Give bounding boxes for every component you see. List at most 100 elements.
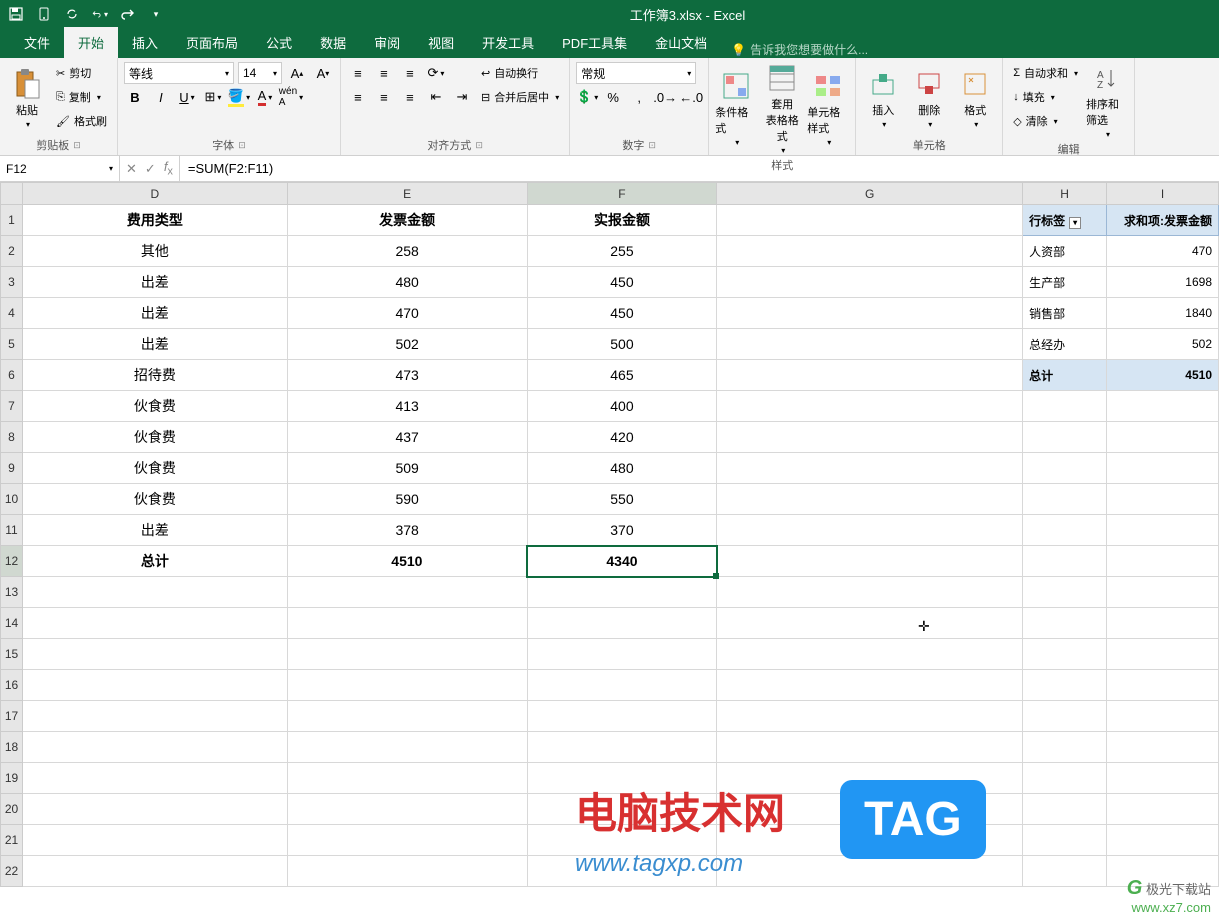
enter-formula-icon[interactable]: ✓ xyxy=(145,161,156,177)
border-icon[interactable]: ⊞▾ xyxy=(202,86,224,108)
col-header-e[interactable]: E xyxy=(287,183,527,205)
cell[interactable] xyxy=(22,670,287,701)
cell[interactable] xyxy=(1107,577,1219,608)
cell[interactable] xyxy=(22,856,287,887)
currency-icon[interactable]: 💲▾ xyxy=(576,86,598,108)
cell[interactable] xyxy=(717,422,1023,453)
cell[interactable] xyxy=(717,856,1023,887)
pivot-row-label-header[interactable]: 行标签▾ xyxy=(1023,205,1107,236)
row-header[interactable]: 20 xyxy=(1,794,23,825)
row-header[interactable]: 14 xyxy=(1,608,23,639)
bold-icon[interactable]: B xyxy=(124,86,146,108)
pivot-value[interactable]: 1698 xyxy=(1107,267,1219,298)
cell[interactable] xyxy=(717,360,1023,391)
cell[interactable] xyxy=(527,639,717,670)
tab-page-layout[interactable]: 页面布局 xyxy=(172,27,252,58)
cell[interactable] xyxy=(717,732,1023,763)
cell[interactable] xyxy=(1023,608,1107,639)
col-header-d[interactable]: D xyxy=(22,183,287,205)
cell[interactable] xyxy=(22,732,287,763)
row-header[interactable]: 1 xyxy=(1,205,23,236)
col-header-h[interactable]: H xyxy=(1023,183,1107,205)
row-header[interactable]: 21 xyxy=(1,825,23,856)
row-header[interactable]: 5 xyxy=(1,329,23,360)
cell[interactable] xyxy=(1107,701,1219,732)
cell[interactable] xyxy=(287,763,527,794)
refresh-icon[interactable] xyxy=(64,6,80,22)
cell[interactable] xyxy=(717,236,1023,267)
copy-button[interactable]: ⎘复制▾ xyxy=(52,86,111,108)
cell[interactable]: 255 xyxy=(527,236,717,267)
row-header[interactable]: 3 xyxy=(1,267,23,298)
tab-pdf-tools[interactable]: PDF工具集 xyxy=(548,27,641,58)
cell[interactable] xyxy=(717,484,1023,515)
insert-cells-button[interactable]: 插入▾ xyxy=(862,62,904,135)
cell[interactable] xyxy=(22,794,287,825)
cell[interactable] xyxy=(287,856,527,887)
cell[interactable]: 总计 xyxy=(22,546,287,577)
cell[interactable]: 出差 xyxy=(22,515,287,546)
cell[interactable] xyxy=(1023,732,1107,763)
cell[interactable]: 437 xyxy=(287,422,527,453)
cell[interactable] xyxy=(717,515,1023,546)
col-header-f[interactable]: F xyxy=(527,183,717,205)
row-header[interactable]: 11 xyxy=(1,515,23,546)
cell[interactable] xyxy=(1023,825,1107,856)
cell[interactable] xyxy=(1023,701,1107,732)
cell[interactable] xyxy=(717,608,1023,639)
table-format-button[interactable]: 套用 表格格式▾ xyxy=(761,62,803,155)
cell[interactable] xyxy=(1023,484,1107,515)
increase-decimal-icon[interactable]: .0→ xyxy=(654,86,676,108)
cell[interactable]: 400 xyxy=(527,391,717,422)
cell[interactable] xyxy=(1023,391,1107,422)
undo-icon[interactable]: ▾ xyxy=(92,6,108,22)
cut-button[interactable]: ✂剪切 xyxy=(52,62,111,84)
cell[interactable]: 509 xyxy=(287,453,527,484)
cell[interactable]: 4510 xyxy=(287,546,527,577)
fx-icon[interactable]: fx xyxy=(164,159,173,178)
format-cells-button[interactable]: 格式▾ xyxy=(954,62,996,135)
orientation-icon[interactable]: ⟳▾ xyxy=(425,62,447,84)
row-header[interactable]: 8 xyxy=(1,422,23,453)
cell[interactable] xyxy=(287,732,527,763)
cell[interactable]: 413 xyxy=(287,391,527,422)
tab-home[interactable]: 开始 xyxy=(64,27,118,58)
cell[interactable] xyxy=(527,732,717,763)
paste-button[interactable]: 粘贴 ▾ xyxy=(6,62,48,135)
row-header[interactable]: 9 xyxy=(1,453,23,484)
tab-review[interactable]: 审阅 xyxy=(360,27,414,58)
pivot-row[interactable]: 生产部 xyxy=(1023,267,1107,298)
cell[interactable] xyxy=(22,608,287,639)
font-launcher-icon[interactable]: ⊡ xyxy=(238,140,246,151)
col-header-g[interactable]: G xyxy=(717,183,1023,205)
row-header[interactable]: 12 xyxy=(1,546,23,577)
col-header-i[interactable]: I xyxy=(1107,183,1219,205)
cell[interactable] xyxy=(527,701,717,732)
cell[interactable] xyxy=(1107,453,1219,484)
cell[interactable] xyxy=(1107,794,1219,825)
font-name-combo[interactable]: 等线▾ xyxy=(124,62,234,84)
cell[interactable] xyxy=(22,639,287,670)
cell[interactable]: 伙食费 xyxy=(22,391,287,422)
row-header[interactable]: 22 xyxy=(1,856,23,887)
cell[interactable] xyxy=(287,701,527,732)
align-right-icon[interactable]: ≡ xyxy=(399,86,421,108)
cell[interactable] xyxy=(1107,639,1219,670)
cancel-formula-icon[interactable]: ✕ xyxy=(126,161,137,177)
filter-dropdown-icon[interactable]: ▾ xyxy=(1069,217,1081,229)
cell[interactable] xyxy=(22,825,287,856)
cell[interactable] xyxy=(1107,515,1219,546)
font-size-combo[interactable]: 14▾ xyxy=(238,62,282,84)
selected-cell[interactable]: 4340 xyxy=(527,546,717,577)
row-header[interactable]: 10 xyxy=(1,484,23,515)
percent-icon[interactable]: % xyxy=(602,86,624,108)
underline-icon[interactable]: U▾ xyxy=(176,86,198,108)
cell[interactable] xyxy=(1107,608,1219,639)
pivot-value-header[interactable]: 求和项:发票金额 xyxy=(1107,205,1219,236)
cell[interactable] xyxy=(717,639,1023,670)
cell[interactable] xyxy=(717,546,1023,577)
cell[interactable] xyxy=(1107,422,1219,453)
sort-filter-button[interactable]: AZ 排序和筛选▾ xyxy=(1086,62,1128,139)
cell[interactable]: 378 xyxy=(287,515,527,546)
cell[interactable]: 420 xyxy=(527,422,717,453)
